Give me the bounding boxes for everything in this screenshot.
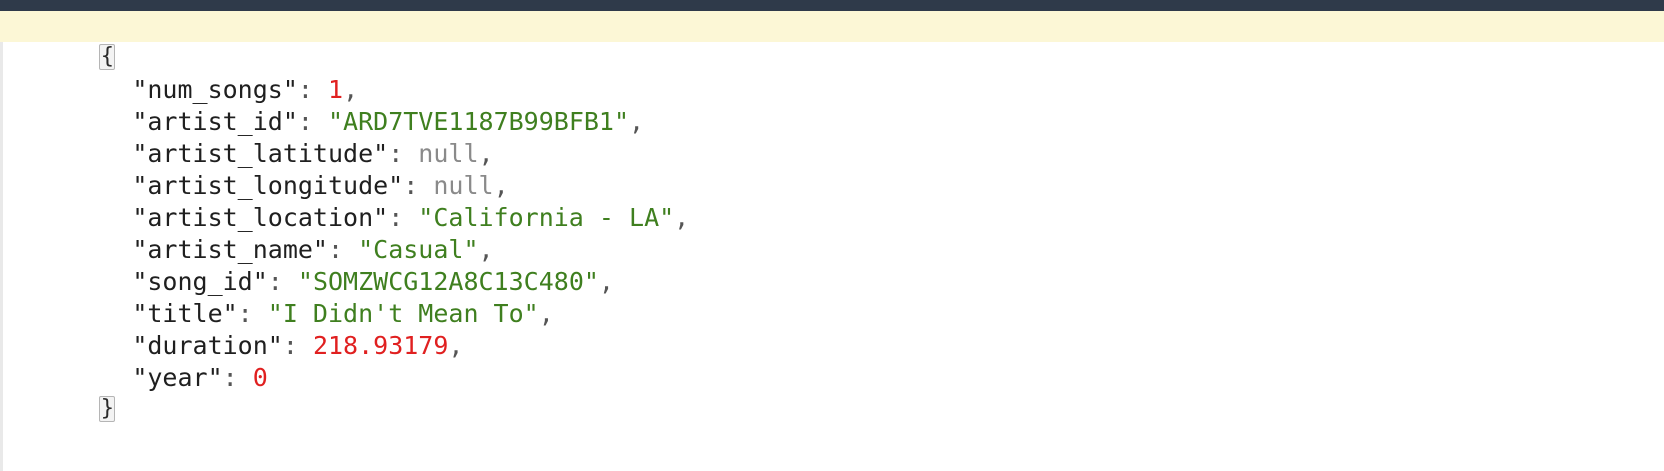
editor-line[interactable]: "artist_location": "California - LA",: [0, 170, 1664, 232]
code-editor[interactable]: { "num_songs": 1, "artist_id": "ARD7TVE1…: [0, 11, 1664, 471]
json-viewer-window: { "num_songs": 1, "artist_id": "ARD7TVE1…: [0, 0, 1664, 471]
editor-line[interactable]: "artist_id": "ARD7TVE1187B99BFB1",: [0, 74, 1664, 136]
window-top-bar: [0, 0, 1664, 11]
editor-line-open-brace[interactable]: {: [0, 11, 1664, 70]
editor-line[interactable]: "year": 0: [0, 330, 1664, 392]
editor-line[interactable]: "artist_latitude": null,: [0, 106, 1664, 168]
editor-line[interactable]: "title": "I Didn't Mean To",: [0, 266, 1664, 328]
close-brace-fold-marker[interactable]: }: [99, 396, 116, 422]
editor-line[interactable]: "artist_longitude": null,: [0, 138, 1664, 200]
editor-line[interactable]: "duration": 218.93179,: [0, 298, 1664, 360]
editor-line[interactable]: "artist_name": "Casual",: [0, 202, 1664, 264]
editor-line-close-brace[interactable]: }: [0, 362, 1664, 422]
editor-line[interactable]: "song_id": "SOMZWCG12A8C13C480",: [0, 234, 1664, 296]
editor-line[interactable]: "num_songs": 1,: [0, 42, 1664, 104]
